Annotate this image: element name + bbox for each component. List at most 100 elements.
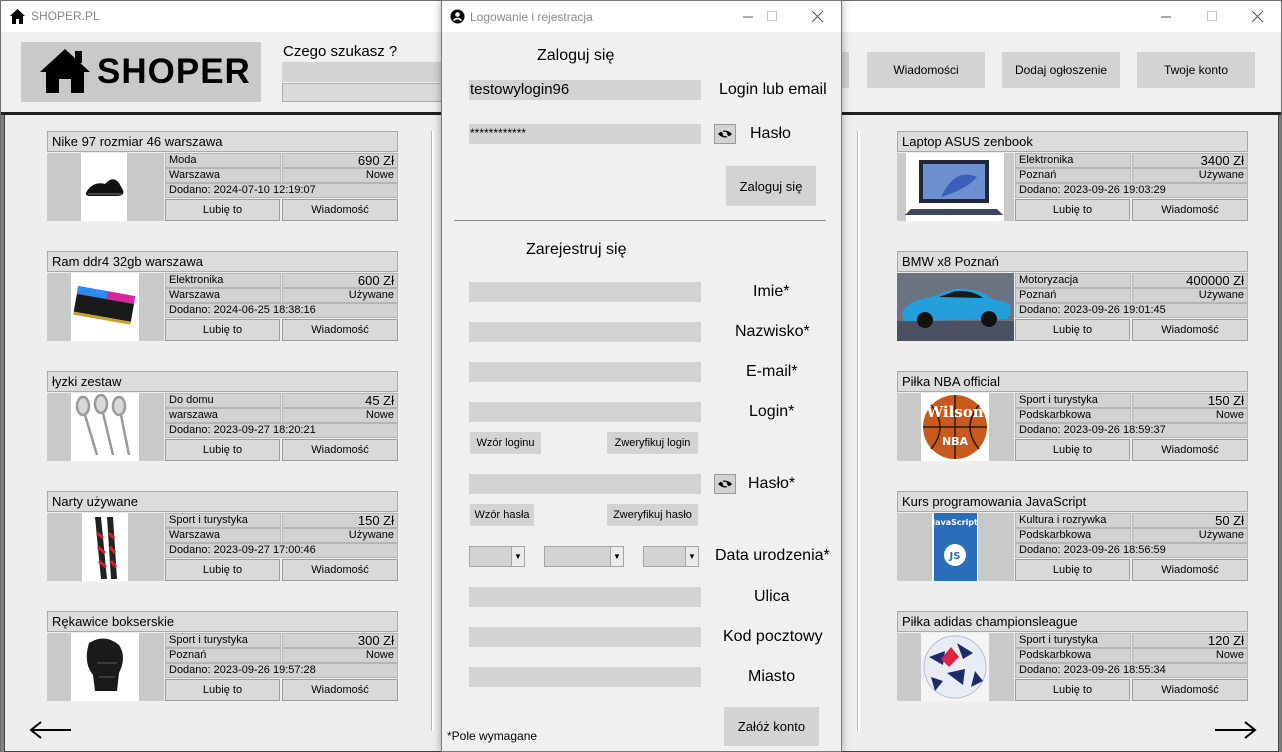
like-button[interactable]: Lubię to (1015, 439, 1130, 461)
street-input[interactable] (469, 587, 701, 607)
listing-price: 300 Zł (282, 633, 398, 648)
listing-title[interactable]: BMW x8 Poznań (897, 251, 1248, 272)
listing-condition: Używane (282, 528, 398, 543)
listing-image[interactable] (47, 393, 164, 461)
search-button[interactable] (282, 83, 447, 102)
listing-title[interactable]: Laptop ASUS zenbook (897, 131, 1248, 152)
dialog-close-button[interactable] (795, 1, 841, 32)
close-button[interactable] (1235, 1, 1281, 32)
dialog-maximize-button[interactable] (749, 1, 795, 32)
like-button[interactable]: Lubię to (1015, 559, 1130, 581)
message-button[interactable]: Wiadomość (282, 679, 398, 701)
listing-title[interactable]: Rękawice bokserskie (47, 611, 398, 632)
next-page-arrow-icon[interactable] (1213, 718, 1257, 742)
listing-card[interactable]: Nike 97 rozmiar 46 warszawa Moda 690 Zł War… (47, 131, 399, 221)
message-button[interactable]: Wiadomość (1132, 199, 1248, 221)
listing-card[interactable]: Ram ddr4 32gb warszawa Elektronika 600 Zł W… (47, 251, 399, 341)
like-button[interactable]: Lubię to (165, 439, 280, 461)
reg-login-input[interactable] (469, 402, 701, 422)
listing-card[interactable]: Kurs programowania JavaScript JavaScript J… (897, 491, 1249, 581)
birth-year-select[interactable]: ▼ (643, 546, 699, 567)
eye-slash-icon (718, 128, 732, 140)
like-button[interactable]: Lubię to (165, 319, 280, 341)
message-button[interactable]: Wiadomość (1132, 439, 1248, 461)
like-button[interactable]: Lubię to (1015, 319, 1130, 341)
listing-title[interactable]: Narty używane (47, 491, 398, 512)
like-button[interactable]: Lubię to (165, 199, 280, 221)
create-account-button[interactable]: Załóż konto (724, 707, 819, 746)
listing-city: Poznań (1015, 288, 1131, 303)
listing-card[interactable]: Laptop ASUS zenbook Elektronika 3400 Zł Poz… (897, 131, 1249, 221)
message-button[interactable]: Wiadomość (282, 439, 398, 461)
listing-price: 45 Zł (282, 393, 398, 408)
dialog-divider (454, 220, 826, 221)
listing-title[interactable]: Piłka adidas championsleague (897, 611, 1248, 632)
last-name-input[interactable] (469, 322, 701, 342)
required-fields-note: *Pole wymagane (447, 729, 538, 743)
chevron-down-icon: ▼ (511, 547, 524, 566)
message-button[interactable]: Wiadomość (1132, 319, 1248, 341)
first-name-input[interactable] (469, 282, 701, 302)
login-button[interactable]: Zaloguj się (726, 166, 816, 206)
listing-image[interactable] (897, 153, 1014, 221)
message-button[interactable]: Wiadomość (282, 559, 398, 581)
message-button[interactable]: Wiadomość (282, 319, 398, 341)
email-label: E-mail* (746, 363, 798, 380)
listing-date: Dodano: 2023-09-27 18:20:21 (165, 423, 398, 438)
like-button[interactable]: Lubię to (165, 559, 280, 581)
listing-title[interactable]: Kurs programowania JavaScript (897, 491, 1248, 512)
reg-password-input[interactable] (469, 474, 701, 494)
listing-title[interactable]: łyzki zestaw (47, 371, 398, 392)
like-button[interactable]: Lubię to (165, 679, 280, 701)
listing-title[interactable]: Ram ddr4 32gb warszawa (47, 251, 398, 272)
login-pattern-button[interactable]: Wzór loginu (470, 432, 541, 454)
main-window-title: SHOPER.PL (31, 9, 100, 23)
show-password-button[interactable] (714, 124, 736, 144)
listing-image[interactable] (47, 273, 164, 341)
listing-card[interactable]: BMW x8 Poznań Motoryzacja 400000 Zł Poznań U… (897, 251, 1249, 341)
login-input[interactable]: testowylogin96 (469, 80, 701, 100)
message-button[interactable]: Wiadomość (282, 199, 398, 221)
verify-login-button[interactable]: Zweryfikuj login (607, 432, 698, 454)
logo[interactable]: SHOPER (21, 42, 261, 102)
birth-month-select[interactable]: ▼ (544, 546, 624, 567)
minimize-button[interactable] (1143, 1, 1189, 32)
street-label: Ulica (754, 588, 790, 605)
account-button[interactable]: Twoje konto (1137, 52, 1255, 88)
like-button[interactable]: Lubię to (1015, 199, 1130, 221)
verify-password-button[interactable]: Zweryfikuj hasło (607, 504, 698, 526)
listing-image[interactable] (47, 513, 164, 581)
like-button[interactable]: Lubię to (1015, 679, 1130, 701)
message-button[interactable]: Wiadomość (1132, 559, 1248, 581)
password-input[interactable]: ************ (469, 124, 701, 144)
listing-card[interactable]: Piłka NBA official Wilson NBA Sport i turys… (897, 371, 1249, 461)
listing-image[interactable] (897, 273, 1014, 341)
first-name-label: Imie* (753, 283, 790, 300)
add-listing-button[interactable]: Dodaj ogłoszenie (1002, 52, 1120, 88)
email-input[interactable] (469, 362, 701, 382)
listing-card[interactable]: Rękawice bokserskie Sport i turystyka 300 … (47, 611, 399, 701)
listing-image[interactable] (47, 153, 164, 221)
postal-code-input[interactable] (469, 627, 701, 647)
listing-city: Warszawa (165, 288, 281, 303)
maximize-icon (1206, 11, 1217, 21)
listing-image[interactable] (897, 633, 1014, 701)
maximize-button[interactable] (1189, 1, 1235, 32)
search-input[interactable] (282, 62, 447, 82)
message-button[interactable]: Wiadomość (1132, 679, 1248, 701)
listing-card[interactable]: łyzki zestaw Do domu 45 Zł warszawa Nowe Doda… (47, 371, 399, 461)
listing-image[interactable]: Wilson NBA (897, 393, 1014, 461)
messages-button[interactable]: Wiadomości (867, 52, 985, 88)
listing-title[interactable]: Piłka NBA official (897, 371, 1248, 392)
show-reg-password-button[interactable] (714, 474, 736, 494)
book-badge-text: JS (949, 551, 961, 562)
listing-image[interactable] (47, 633, 164, 701)
listing-title[interactable]: Nike 97 rozmiar 46 warszawa (47, 131, 398, 152)
listing-image[interactable]: JavaScript JS (897, 513, 1014, 581)
city-input[interactable] (469, 667, 701, 687)
listing-card[interactable]: Piłka adidas championsleague Sport i tury… (897, 611, 1249, 701)
listing-card[interactable]: Narty używane Sport i turystyka 150 Zł Wars… (47, 491, 399, 581)
password-pattern-button[interactable]: Wzór hasła (470, 504, 534, 526)
previous-page-arrow-icon[interactable] (29, 718, 73, 742)
birth-day-select[interactable]: ▼ (469, 546, 525, 567)
